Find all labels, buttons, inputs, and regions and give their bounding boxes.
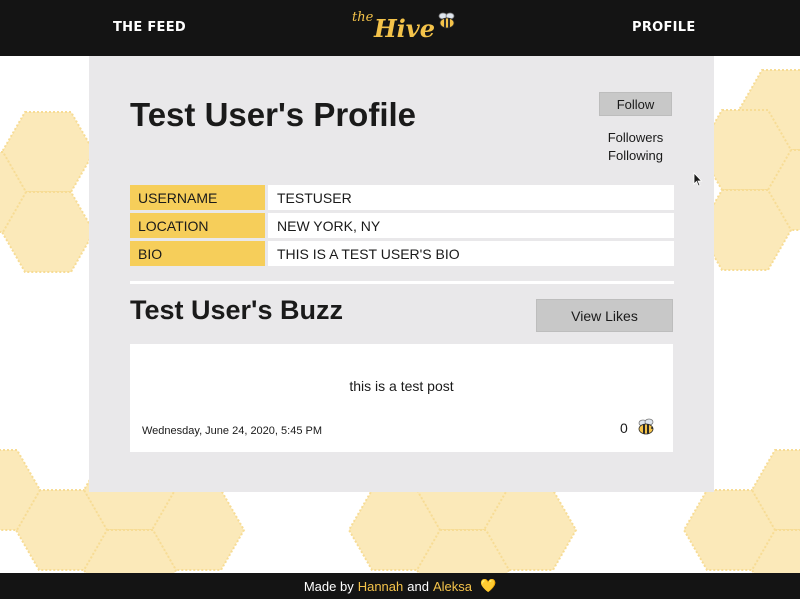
info-row-username: USERNAME TESTUSER: [130, 185, 674, 210]
logo-prefix: the: [352, 10, 374, 25]
buzz-section-title: Test User's Buzz: [130, 295, 343, 325]
post-text: this is a test post: [349, 378, 454, 394]
profile-info-table: USERNAME TESTUSER LOCATION NEW YORK, NY …: [130, 185, 674, 269]
nav-link-profile[interactable]: PROFILE: [632, 20, 696, 35]
footer-author-link[interactable]: Aleksa: [433, 579, 472, 594]
footer-made-by: Made by: [303, 578, 354, 594]
bee-icon[interactable]: [637, 418, 655, 436]
nav-link-feed[interactable]: THE FEED: [113, 20, 186, 35]
info-value: TESTUSER: [268, 185, 674, 210]
view-likes-button[interactable]: View Likes: [536, 299, 673, 332]
section-divider: [130, 281, 674, 284]
info-row-bio: BIO THIS IS A TEST USER'S BIO: [130, 241, 674, 266]
info-row-location: LOCATION NEW YORK, NY: [130, 213, 674, 238]
info-label: BIO: [130, 241, 265, 266]
mouse-cursor-icon: [693, 172, 703, 187]
info-value: NEW YORK, NY: [268, 213, 674, 238]
post-timestamp: Wednesday, June 24, 2020, 5:45 PM: [142, 425, 322, 437]
profile-card: Test User's Profile Follow Followers Fol…: [89, 56, 714, 492]
footer: Made by Hannah and Aleksa 💛: [0, 573, 800, 599]
post-card: this is a test post Wednesday, June 24, …: [130, 344, 673, 452]
followers-link[interactable]: Followers: [589, 130, 682, 145]
page-title: Test User's Profile: [130, 96, 417, 133]
follow-button[interactable]: Follow: [599, 92, 672, 116]
logo[interactable]: the Hive: [352, 8, 462, 48]
info-label: LOCATION: [130, 213, 265, 238]
post-like-count: 0: [620, 420, 628, 436]
info-value: THIS IS A TEST USER'S BIO: [268, 241, 674, 266]
footer-and: and: [407, 578, 429, 594]
logo-name: Hive: [374, 14, 436, 43]
info-label: USERNAME: [130, 185, 265, 210]
footer-author-link[interactable]: Hannah: [358, 579, 404, 594]
top-nav-bar: THE FEED the Hive PROFILE: [0, 0, 800, 56]
following-link[interactable]: Following: [589, 148, 682, 163]
heart-icon: 💛: [479, 578, 497, 593]
bee-icon: [438, 12, 455, 29]
